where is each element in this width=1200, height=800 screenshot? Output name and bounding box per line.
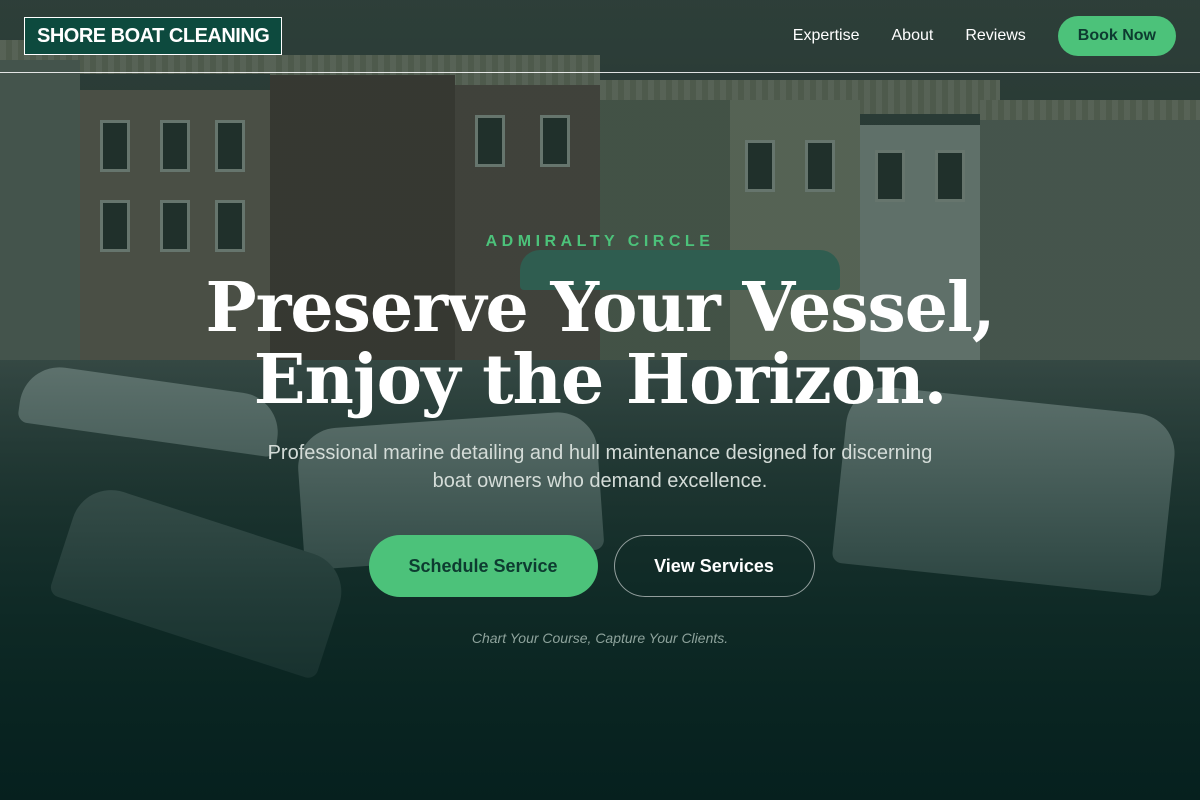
site-header: SHORE BOAT CLEANING Expertise About Revi… [0, 0, 1200, 73]
hero-tagline: Chart Your Course, Capture Your Clients. [471, 630, 729, 646]
hero-cta-group: Schedule Service View Services [0, 535, 1200, 597]
hero-subtitle: Professional marine detailing and hull m… [267, 442, 933, 492]
nav-link-expertise[interactable]: Expertise [793, 27, 860, 45]
nav-link-reviews[interactable]: Reviews [965, 27, 1025, 45]
main-nav: Expertise About Reviews Book Now [793, 16, 1176, 56]
hero-headline: Preserve Your Vessel, Enjoy the Horizon. [0, 272, 1200, 416]
hero-section: ADMIRALTY CIRCLE Preserve Your Vessel, E… [0, 0, 1200, 800]
brand-logo[interactable]: SHORE BOAT CLEANING [24, 17, 283, 55]
hero-eyebrow: ADMIRALTY CIRCLE [485, 233, 715, 250]
hero-headline-line-2: Enjoy the Horizon. [253, 340, 948, 420]
book-now-button[interactable]: Book Now [1057, 16, 1176, 56]
nav-link-about[interactable]: About [892, 27, 934, 45]
view-services-button[interactable]: View Services [613, 535, 815, 597]
hero-headline-line-1: Preserve Your Vessel, [205, 268, 995, 348]
schedule-service-button[interactable]: Schedule Service [368, 535, 598, 597]
